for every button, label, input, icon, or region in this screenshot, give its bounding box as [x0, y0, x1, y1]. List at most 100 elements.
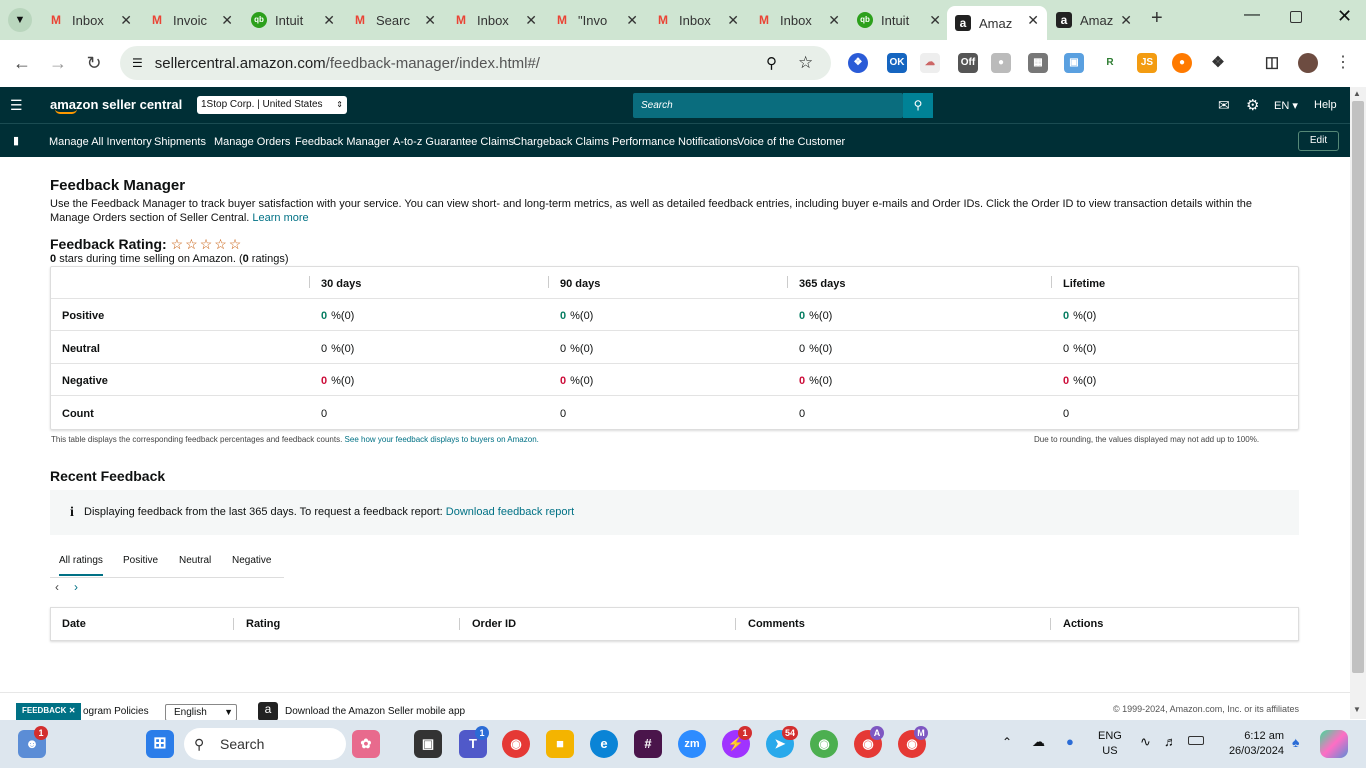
messenger-icon[interactable]: ⚡ 1: [722, 726, 752, 758]
edit-nav-button[interactable]: Edit: [1298, 131, 1339, 151]
side-panel-icon[interactable]: ◫: [1262, 53, 1282, 73]
browser-menu-icon[interactable]: ⋮: [1330, 50, 1356, 76]
account-switcher[interactable]: 1Stop Corp. | United States ⇕: [197, 96, 347, 114]
close-tab-icon[interactable]: ✕: [828, 12, 840, 29]
close-tab-icon[interactable]: ✕: [1027, 12, 1039, 29]
clock[interactable]: 6:12 am 26/03/2024: [1218, 729, 1284, 759]
nav-link[interactable]: Voice of the Customer: [737, 136, 845, 148]
new-tab-button[interactable]: +: [1151, 7, 1163, 30]
download-report-link[interactable]: Download feedback report: [446, 506, 574, 518]
search-button[interactable]: ⚲: [903, 93, 933, 118]
prev-page-icon[interactable]: ‹: [55, 580, 59, 594]
close-tab-icon[interactable]: ✕: [626, 12, 638, 29]
close-tab-icon[interactable]: ✕: [727, 12, 739, 29]
chrome-profile-1-icon[interactable]: ◉: [810, 730, 838, 758]
nav-link[interactable]: Feedback Manager: [295, 136, 390, 148]
browser-tab[interactable]: qb Intuit ✕: [849, 6, 949, 34]
feedback-button[interactable]: FEEDBACK ✕: [16, 703, 82, 720]
nav-link[interactable]: Shipments: [154, 136, 206, 148]
program-policies-link[interactable]: ogram Policies: [83, 706, 149, 717]
file-explorer-icon[interactable]: ■: [546, 730, 574, 758]
language-selector[interactable]: EN ▾: [1274, 99, 1298, 112]
mobile-app-link[interactable]: Download the Amazon Seller mobile app: [285, 706, 465, 717]
profile-avatar[interactable]: [1298, 53, 1318, 73]
onedrive-icon[interactable]: ☁: [1032, 734, 1045, 750]
copilot-icon[interactable]: [1320, 730, 1348, 758]
tab-all-ratings[interactable]: All ratings: [59, 555, 103, 576]
telegram-icon[interactable]: ➤ 54: [766, 726, 798, 758]
tab-positive[interactable]: Positive: [123, 555, 158, 566]
teams-icon[interactable]: T1: [459, 726, 489, 758]
windows-start-icon[interactable]: ⊞: [146, 730, 174, 758]
scrollbar-thumb[interactable]: [1352, 101, 1364, 673]
browser-tab[interactable]: M "Invo ✕: [546, 6, 646, 34]
settings-gear-icon[interactable]: ⚙: [1246, 96, 1259, 114]
extension-js-icon[interactable]: JS: [1137, 53, 1157, 73]
nav-link[interactable]: Manage Orders: [214, 136, 290, 148]
close-tab-icon[interactable]: ✕: [525, 12, 537, 29]
nav-link[interactable]: Manage All Inventory: [49, 136, 152, 148]
extension-qr-icon[interactable]: ▦: [1028, 53, 1048, 73]
extension-puzzle-icon[interactable]: ❖: [848, 53, 868, 73]
nav-link[interactable]: Chargeback Claims: [513, 136, 609, 148]
browser-tab[interactable]: M Inbox ✕: [748, 6, 848, 34]
bookmark-star-icon[interactable]: ☆: [798, 53, 813, 73]
extension-globe-icon[interactable]: ●: [991, 53, 1011, 73]
edge-icon[interactable]: e: [590, 730, 618, 758]
people-widget-icon[interactable]: ☻ 1: [18, 726, 48, 758]
taskbar-search[interactable]: ⚲ Search: [184, 728, 346, 760]
help-link[interactable]: Help: [1314, 99, 1337, 111]
learn-more-link[interactable]: Learn more: [252, 212, 308, 224]
chrome-profile-a-icon[interactable]: ◉ A: [854, 726, 884, 758]
chrome-profile-m-icon[interactable]: ◉ M: [898, 726, 928, 758]
battery-icon[interactable]: [1188, 736, 1204, 745]
close-window-button[interactable]: ✕: [1337, 6, 1352, 27]
browser-tab[interactable]: a Amaz ✕: [1048, 6, 1140, 34]
close-tab-icon[interactable]: ✕: [120, 12, 132, 29]
extension-rs-icon[interactable]: R: [1100, 53, 1120, 73]
back-icon[interactable]: ←: [9, 50, 35, 76]
chrome-icon[interactable]: ◉: [502, 730, 530, 758]
close-tab-icon[interactable]: ✕: [424, 12, 436, 29]
extension-blue-icon[interactable]: ▣: [1064, 53, 1084, 73]
feedback-display-link[interactable]: See how your feedback displays to buyers…: [345, 435, 539, 444]
task-view-icon[interactable]: ▣: [414, 730, 442, 758]
close-tab-icon[interactable]: ✕: [929, 12, 941, 29]
tray-chevron-icon[interactable]: ⌃: [1002, 735, 1012, 749]
microphone-icon[interactable]: ●: [1066, 734, 1074, 749]
extension-off-icon[interactable]: Off: [958, 53, 978, 73]
browser-tab[interactable]: M Inbox ✕: [40, 6, 140, 34]
vertical-scrollbar[interactable]: ▲ ▼: [1350, 87, 1366, 719]
nav-link[interactable]: A-to-z Guarantee Claims: [393, 136, 514, 148]
language-select[interactable]: English ▼: [165, 704, 237, 721]
reload-icon[interactable]: ↻: [81, 50, 107, 76]
browser-tab[interactable]: M Invoic ✕: [141, 6, 241, 34]
notification-bell-icon[interactable]: ♠: [1292, 734, 1299, 750]
extension-orange-icon[interactable]: ●: [1172, 53, 1192, 73]
browser-tab[interactable]: M Searc ✕: [344, 6, 444, 34]
minimize-button[interactable]: —: [1244, 6, 1260, 24]
zoom-icon[interactable]: ⚲: [766, 54, 777, 72]
next-page-icon[interactable]: ›: [74, 580, 78, 594]
forward-icon[interactable]: →: [45, 50, 71, 76]
site-info-icon[interactable]: ☰: [132, 56, 143, 70]
zoom-icon[interactable]: zm: [678, 730, 706, 758]
close-tab-icon[interactable]: ✕: [221, 12, 233, 29]
browser-tab[interactable]: M Inbox ✕: [445, 6, 545, 34]
bookmark-icon[interactable]: ▮: [13, 134, 19, 147]
close-tab-icon[interactable]: ✕: [1120, 12, 1132, 29]
extension-ok-icon[interactable]: OK: [887, 53, 907, 73]
close-tab-icon[interactable]: ✕: [323, 12, 335, 29]
browser-tab[interactable]: a Amaz ✕: [947, 6, 1047, 40]
volume-icon[interactable]: ♬: [1164, 734, 1177, 749]
seller-search-input[interactable]: Search: [633, 93, 903, 118]
tab-neutral[interactable]: Neutral: [179, 555, 211, 566]
mail-icon[interactable]: ✉: [1218, 97, 1230, 114]
browser-tab[interactable]: M Inbox ✕: [647, 6, 747, 34]
address-bar[interactable]: ☰ sellercentral.amazon.com/feedback-mana…: [120, 46, 831, 80]
slack-icon[interactable]: #: [634, 730, 662, 758]
wifi-icon[interactable]: ∿: [1140, 734, 1151, 750]
tab-negative[interactable]: Negative: [232, 555, 271, 566]
extension-cloud-icon[interactable]: ☁: [920, 53, 940, 73]
tab-search-button[interactable]: ▼: [8, 8, 32, 32]
